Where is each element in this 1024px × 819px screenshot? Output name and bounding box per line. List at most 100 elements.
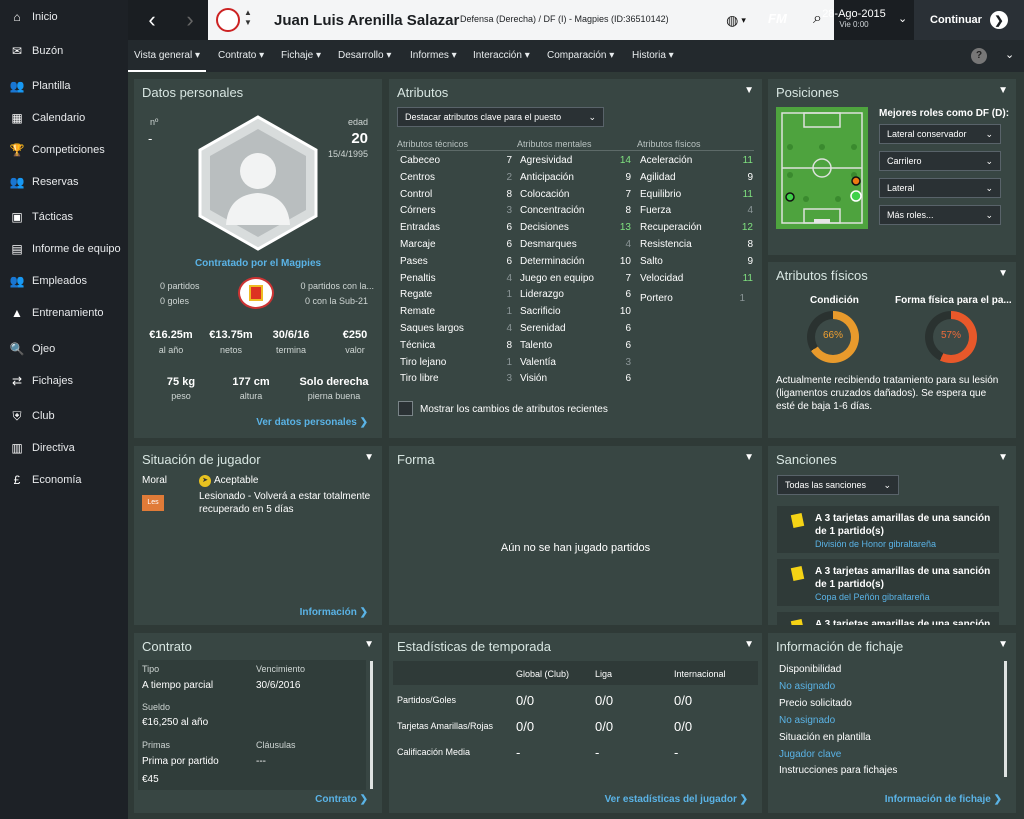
player-info-link[interactable]: Información ❯ bbox=[300, 607, 368, 618]
sidebar-item[interactable]: 👥 Plantilla bbox=[0, 70, 128, 102]
attribute-name: Córners bbox=[400, 205, 436, 217]
chevron-down-icon: ▾ bbox=[741, 14, 746, 25]
sidebar-item[interactable]: 👥 Reservas bbox=[0, 166, 128, 198]
view-player-stats-link[interactable]: Ver estadísticas del jugador ❯ bbox=[605, 794, 748, 805]
scrollbar[interactable] bbox=[1004, 661, 1007, 777]
sidebar-item[interactable]: ▲ Entrenamiento bbox=[0, 297, 128, 329]
sidebar-item[interactable]: 👥 Empleados bbox=[0, 265, 128, 297]
age-label: edad bbox=[347, 117, 368, 127]
sidebar-item[interactable]: 🏆 Competiciones bbox=[0, 134, 128, 166]
forward-button[interactable]: › bbox=[172, 0, 208, 40]
back-button[interactable]: ‹ bbox=[134, 0, 170, 40]
yellow-card-icon bbox=[790, 512, 805, 529]
sanction-title: A 3 tarjetas amarillas de una sanción de… bbox=[815, 566, 991, 590]
signed-by-label[interactable]: Contratado por el Magpies bbox=[134, 258, 382, 269]
chevron-down-icon[interactable]: ▼ bbox=[744, 85, 754, 96]
chevron-down-icon[interactable]: ⌄ bbox=[898, 12, 907, 25]
sanctions-filter-dropdown[interactable]: Todas las sanciones ⌄ bbox=[777, 475, 899, 495]
show-changes-checkbox[interactable] bbox=[398, 401, 413, 416]
stat-cell: - bbox=[595, 745, 600, 760]
dropdown-label: Todas las sanciones bbox=[785, 480, 867, 490]
attribute-value: 4 bbox=[506, 323, 512, 334]
role-dropdown[interactable]: Más roles... ⌄ bbox=[879, 205, 1001, 225]
sidebar-item-label: Competiciones bbox=[32, 144, 105, 156]
attribute-value: 12 bbox=[741, 222, 753, 234]
role-dropdown[interactable]: Lateral conservador ⌄ bbox=[879, 124, 1001, 144]
tab-item[interactable]: Fichaje ▾ bbox=[275, 40, 327, 72]
sidebar-item-label: Tácticas bbox=[32, 211, 73, 223]
transfer-value[interactable]: No asignado bbox=[779, 681, 835, 692]
physical-stat-label: pierna buena bbox=[307, 391, 361, 401]
transfer-info-link[interactable]: Información de fichaje ❯ bbox=[885, 794, 1002, 805]
transfer-info-panel: Información de fichaje ▼ Información de … bbox=[768, 633, 1016, 813]
attribute-value: 3 bbox=[625, 356, 631, 368]
match-fitness-label: Forma física para el pa... bbox=[895, 295, 1012, 306]
sidebar-item[interactable]: ✉ Buzón bbox=[0, 35, 128, 67]
chevron-down-icon[interactable]: ▼ bbox=[998, 639, 1008, 650]
condition-label: Condición bbox=[810, 295, 859, 306]
technical-header: Atributos técnicos bbox=[397, 139, 469, 149]
tab-item[interactable]: Informes ▾ bbox=[404, 40, 463, 72]
contract-link[interactable]: Contrato ❯ bbox=[315, 794, 368, 805]
chevron-down-icon: ⌄ bbox=[985, 210, 993, 220]
sidebar-item[interactable]: ▤ Informe de equipo bbox=[0, 233, 128, 265]
stat-cell: - bbox=[516, 745, 521, 760]
sidebar-item[interactable]: ▣ Tácticas bbox=[0, 201, 128, 233]
sidebar-item-label: Directiva bbox=[32, 442, 75, 454]
dropdown-label: Destacar atributos clave para el puesto bbox=[405, 112, 562, 122]
board-icon: ▥ bbox=[11, 441, 23, 455]
sidebar-item[interactable]: 🔍 Ojeo bbox=[0, 333, 128, 365]
attribute-name: Determinación bbox=[520, 255, 585, 267]
sidebar-item[interactable]: ⌂ Inicio bbox=[0, 1, 128, 33]
fm-logo[interactable]: FM bbox=[768, 11, 787, 26]
attribute-value: 8 bbox=[625, 205, 631, 217]
contract-panel: Contrato ▼ Tipo A tiempo parcial Vencimi… bbox=[134, 633, 382, 813]
attribute-name: Equilibrio bbox=[640, 188, 682, 200]
globe-menu-button[interactable]: ◍ ▾ bbox=[714, 0, 758, 40]
selected-position-dot bbox=[850, 190, 862, 202]
sidebar-item[interactable]: ⇄ Fichajes bbox=[0, 365, 128, 397]
chevron-down-icon[interactable]: ▼ bbox=[744, 452, 754, 463]
player-switch-arrows-icon[interactable]: ▲ ▼ bbox=[244, 8, 252, 28]
chevron-down-icon[interactable]: ▼ bbox=[364, 452, 374, 463]
attribute-value: 7 bbox=[625, 272, 631, 284]
tab-item[interactable]: Comparación ▾ bbox=[541, 40, 620, 72]
chevron-down-icon[interactable]: ▼ bbox=[744, 639, 754, 650]
attribute-value: 6 bbox=[625, 339, 631, 351]
column-header: Global (Club) bbox=[516, 669, 570, 679]
highlight-attributes-dropdown[interactable]: Destacar atributos clave para el puesto ⌄ bbox=[397, 107, 604, 127]
chevron-down-icon[interactable]: ▼ bbox=[998, 268, 1008, 279]
transfer-value[interactable]: Jugador clave bbox=[779, 749, 841, 760]
sidebar-item[interactable]: £ Economía bbox=[0, 464, 128, 496]
attribute-value: 13 bbox=[619, 222, 631, 234]
tab-item[interactable]: Interacción ▾ bbox=[467, 40, 536, 72]
scrollbar[interactable] bbox=[370, 661, 373, 789]
game-date[interactable]: 28-Ago-2015 Vie 0:00 bbox=[814, 8, 894, 29]
tab-item[interactable]: Historia ▾ bbox=[626, 40, 680, 72]
continue-button[interactable]: Continuar ❯ bbox=[914, 0, 1024, 40]
role-dropdown[interactable]: Lateral ⌄ bbox=[879, 178, 1001, 198]
sanction-competition: Copa del Peñón gibraltareña bbox=[815, 592, 930, 602]
sidebar-item[interactable]: ▦ Calendario bbox=[0, 102, 128, 134]
chevron-down-icon[interactable]: ▼ bbox=[998, 85, 1008, 96]
player-status-panel: Situación de jugador ▼ Moral ➤ Aceptable… bbox=[134, 446, 382, 625]
tab-item[interactable]: Desarrollo ▾ bbox=[332, 40, 397, 72]
match-fitness-value: 57% bbox=[940, 330, 961, 341]
help-icon[interactable]: ? bbox=[971, 48, 987, 64]
sidebar-item-label: Inicio bbox=[32, 11, 58, 23]
sidebar-item[interactable]: ▥ Directiva bbox=[0, 432, 128, 464]
injury-badge: Les bbox=[142, 495, 164, 511]
view-personal-details-link[interactable]: Ver datos personales ❯ bbox=[256, 417, 368, 428]
tab-item[interactable]: Contrato ▾ bbox=[212, 40, 270, 72]
chevron-down-icon[interactable]: ⌄ bbox=[1005, 48, 1014, 61]
contract-stat-value: 30/6/16 bbox=[272, 329, 310, 341]
chevron-down-icon[interactable]: ▼ bbox=[998, 452, 1008, 463]
player-name: Juan Luis Arenilla Salazar bbox=[274, 12, 460, 29]
sidebar-item-label: Ojeo bbox=[32, 343, 56, 355]
attribute-name: Desmarques bbox=[520, 239, 577, 250]
role-dropdown[interactable]: Carrilero ⌄ bbox=[879, 151, 1001, 171]
sidebar-item[interactable]: ⛨ Club bbox=[0, 400, 128, 432]
tab-item[interactable]: Vista general ▾ bbox=[128, 40, 206, 72]
transfer-value[interactable]: No asignado bbox=[779, 715, 835, 726]
chevron-down-icon[interactable]: ▼ bbox=[364, 639, 374, 650]
